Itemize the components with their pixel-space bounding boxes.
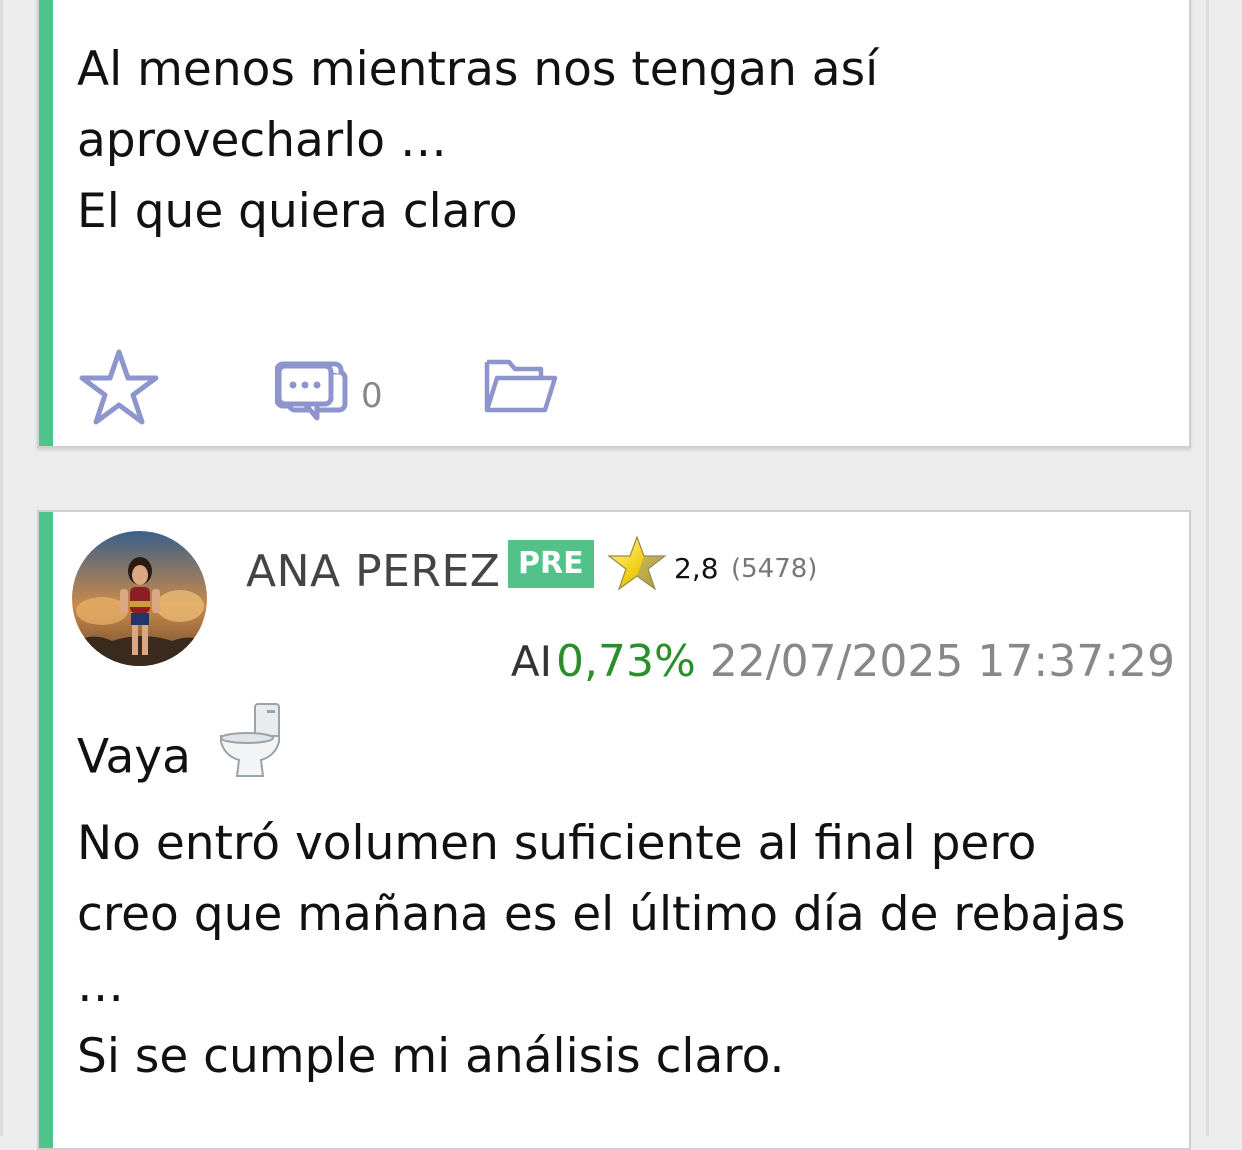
post-line: Vaya — [77, 703, 1126, 808]
comments-button[interactable] — [274, 348, 351, 432]
comment-count: 0 — [361, 376, 383, 416]
author-name[interactable]: ANA PEREZ — [246, 546, 500, 597]
post-body: Al menos mientras nos tengan así aprovec… — [77, 34, 878, 247]
post-line: Si se cumple mi análisis claro. — [77, 1029, 785, 1084]
post-line: aprovecharlo … — [77, 113, 447, 168]
user-rating: 2,8 — [674, 552, 719, 585]
rating-count: (5478) — [731, 554, 818, 584]
favorite-button[interactable] — [79, 348, 159, 430]
toilet-icon — [217, 702, 283, 798]
card-accent-bar — [39, 512, 53, 1148]
post-line: … — [77, 958, 124, 1013]
comment-bubble-icon — [274, 361, 348, 421]
post-line-text: Vaya — [77, 729, 191, 785]
post-card: Al menos mientras nos tengan así aprovec… — [37, 0, 1191, 448]
avatar[interactable] — [72, 531, 207, 666]
post-timestamp: 22/07/2025 17:37:29 — [709, 636, 1175, 687]
post-body: Vaya No entró volumen suficiente al fina… — [77, 703, 1126, 1092]
post-line: creo que mañana es el último día de reba… — [77, 887, 1126, 942]
star-outline-icon — [79, 349, 159, 425]
ai-percent: 0,73% — [556, 636, 696, 687]
post-meta: AI0,73% 22/07/2025 17:37:29 — [511, 636, 1175, 687]
ai-label: AI — [510, 637, 553, 686]
rating-star-icon — [607, 534, 667, 596]
post-card: ANA PEREZ PRE 2,8 (5478) AI0,73% 22/07/20… — [37, 510, 1191, 1150]
card-accent-bar — [39, 0, 53, 446]
post-actions: 0 — [79, 348, 599, 428]
save-button[interactable] — [483, 354, 559, 420]
right-divider — [1206, 0, 1209, 1136]
post-line: No entró volumen suficiente al final per… — [77, 816, 1037, 871]
folder-icon — [484, 359, 558, 413]
post-line: Al menos mientras nos tengan así — [77, 42, 879, 97]
left-divider — [0, 0, 3, 1136]
post-line: El que quiera claro — [77, 184, 518, 239]
premium-badge: PRE — [508, 540, 594, 588]
